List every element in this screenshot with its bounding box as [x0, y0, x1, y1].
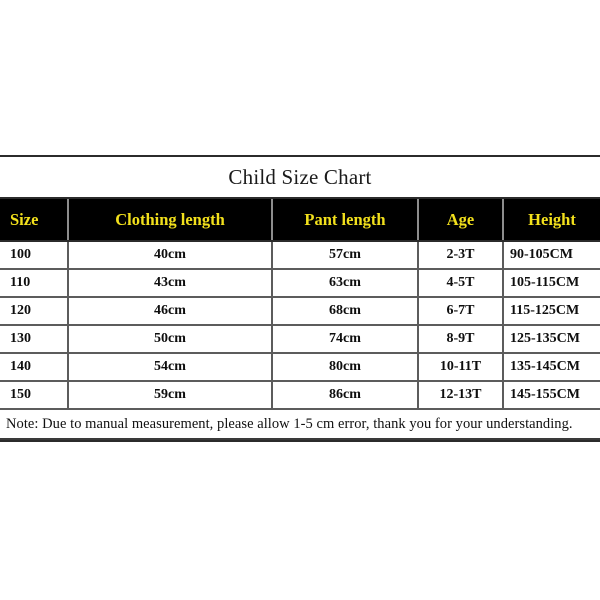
table-header-row: Size Clothing length Pant length Age Hei… — [0, 197, 600, 242]
cell-size: 130 — [0, 325, 68, 354]
column-header-pant-length: Pant length — [271, 197, 418, 242]
table-row: 130 50cm 74cm 8-9T 125-135CM — [0, 325, 600, 354]
cell-age: 4-5T — [417, 269, 503, 298]
cell-clothing-length: 54cm — [67, 353, 272, 382]
table-row: 120 46cm 68cm 6-7T 115-125CM — [0, 297, 600, 326]
cell-pant-length: 86cm — [271, 381, 418, 410]
cell-pant-length: 74cm — [271, 325, 418, 354]
cell-pant-length: 57cm — [271, 241, 418, 270]
cell-pant-length: 68cm — [271, 297, 418, 326]
table-body: 100 40cm 57cm 2-3T 90-105CM 110 43cm 63c… — [0, 241, 600, 440]
size-chart-page: Child Size Chart Size Clothing length Pa… — [0, 0, 600, 600]
column-header-height: Height — [502, 197, 600, 242]
cell-size: 110 — [0, 269, 68, 298]
cell-size: 150 — [0, 381, 68, 410]
cell-height: 115-125CM — [502, 297, 600, 326]
cell-clothing-length: 59cm — [67, 381, 272, 410]
cell-size: 100 — [0, 241, 68, 270]
cell-clothing-length: 40cm — [67, 241, 272, 270]
size-chart-block: Child Size Chart Size Clothing length Pa… — [0, 155, 600, 442]
cell-age: 6-7T — [417, 297, 503, 326]
cell-clothing-length: 43cm — [67, 269, 272, 298]
cell-age: 2-3T — [417, 241, 503, 270]
cell-height: 125-135CM — [502, 325, 600, 354]
cell-height: 135-145CM — [502, 353, 600, 382]
cell-height: 145-155CM — [502, 381, 600, 410]
table-row: 100 40cm 57cm 2-3T 90-105CM — [0, 241, 600, 270]
column-header-size: Size — [0, 197, 68, 242]
cell-clothing-length: 50cm — [67, 325, 272, 354]
cell-pant-length: 80cm — [271, 353, 418, 382]
table-row: 150 59cm 86cm 12-13T 145-155CM — [0, 381, 600, 410]
table-row: 110 43cm 63cm 4-5T 105-115CM — [0, 269, 600, 298]
cell-clothing-length: 46cm — [67, 297, 272, 326]
table-row: 140 54cm 80cm 10-11T 135-145CM — [0, 353, 600, 382]
cell-age: 12-13T — [417, 381, 503, 410]
measurement-note: Note: Due to manual measurement, please … — [0, 409, 600, 440]
size-chart-table: Size Clothing length Pant length Age Hei… — [0, 197, 600, 440]
measurement-note-row: Note: Due to manual measurement, please … — [0, 409, 600, 440]
table-header: Size Clothing length Pant length Age Hei… — [0, 197, 600, 242]
column-header-clothing-length: Clothing length — [67, 197, 272, 242]
cell-size: 120 — [0, 297, 68, 326]
page-title: Child Size Chart — [228, 165, 372, 189]
cell-age: 8-9T — [417, 325, 503, 354]
cell-height: 90-105CM — [502, 241, 600, 270]
cell-age: 10-11T — [417, 353, 503, 382]
cell-size: 140 — [0, 353, 68, 382]
cell-pant-length: 63cm — [271, 269, 418, 298]
cell-height: 105-115CM — [502, 269, 600, 298]
column-header-age: Age — [417, 197, 503, 242]
